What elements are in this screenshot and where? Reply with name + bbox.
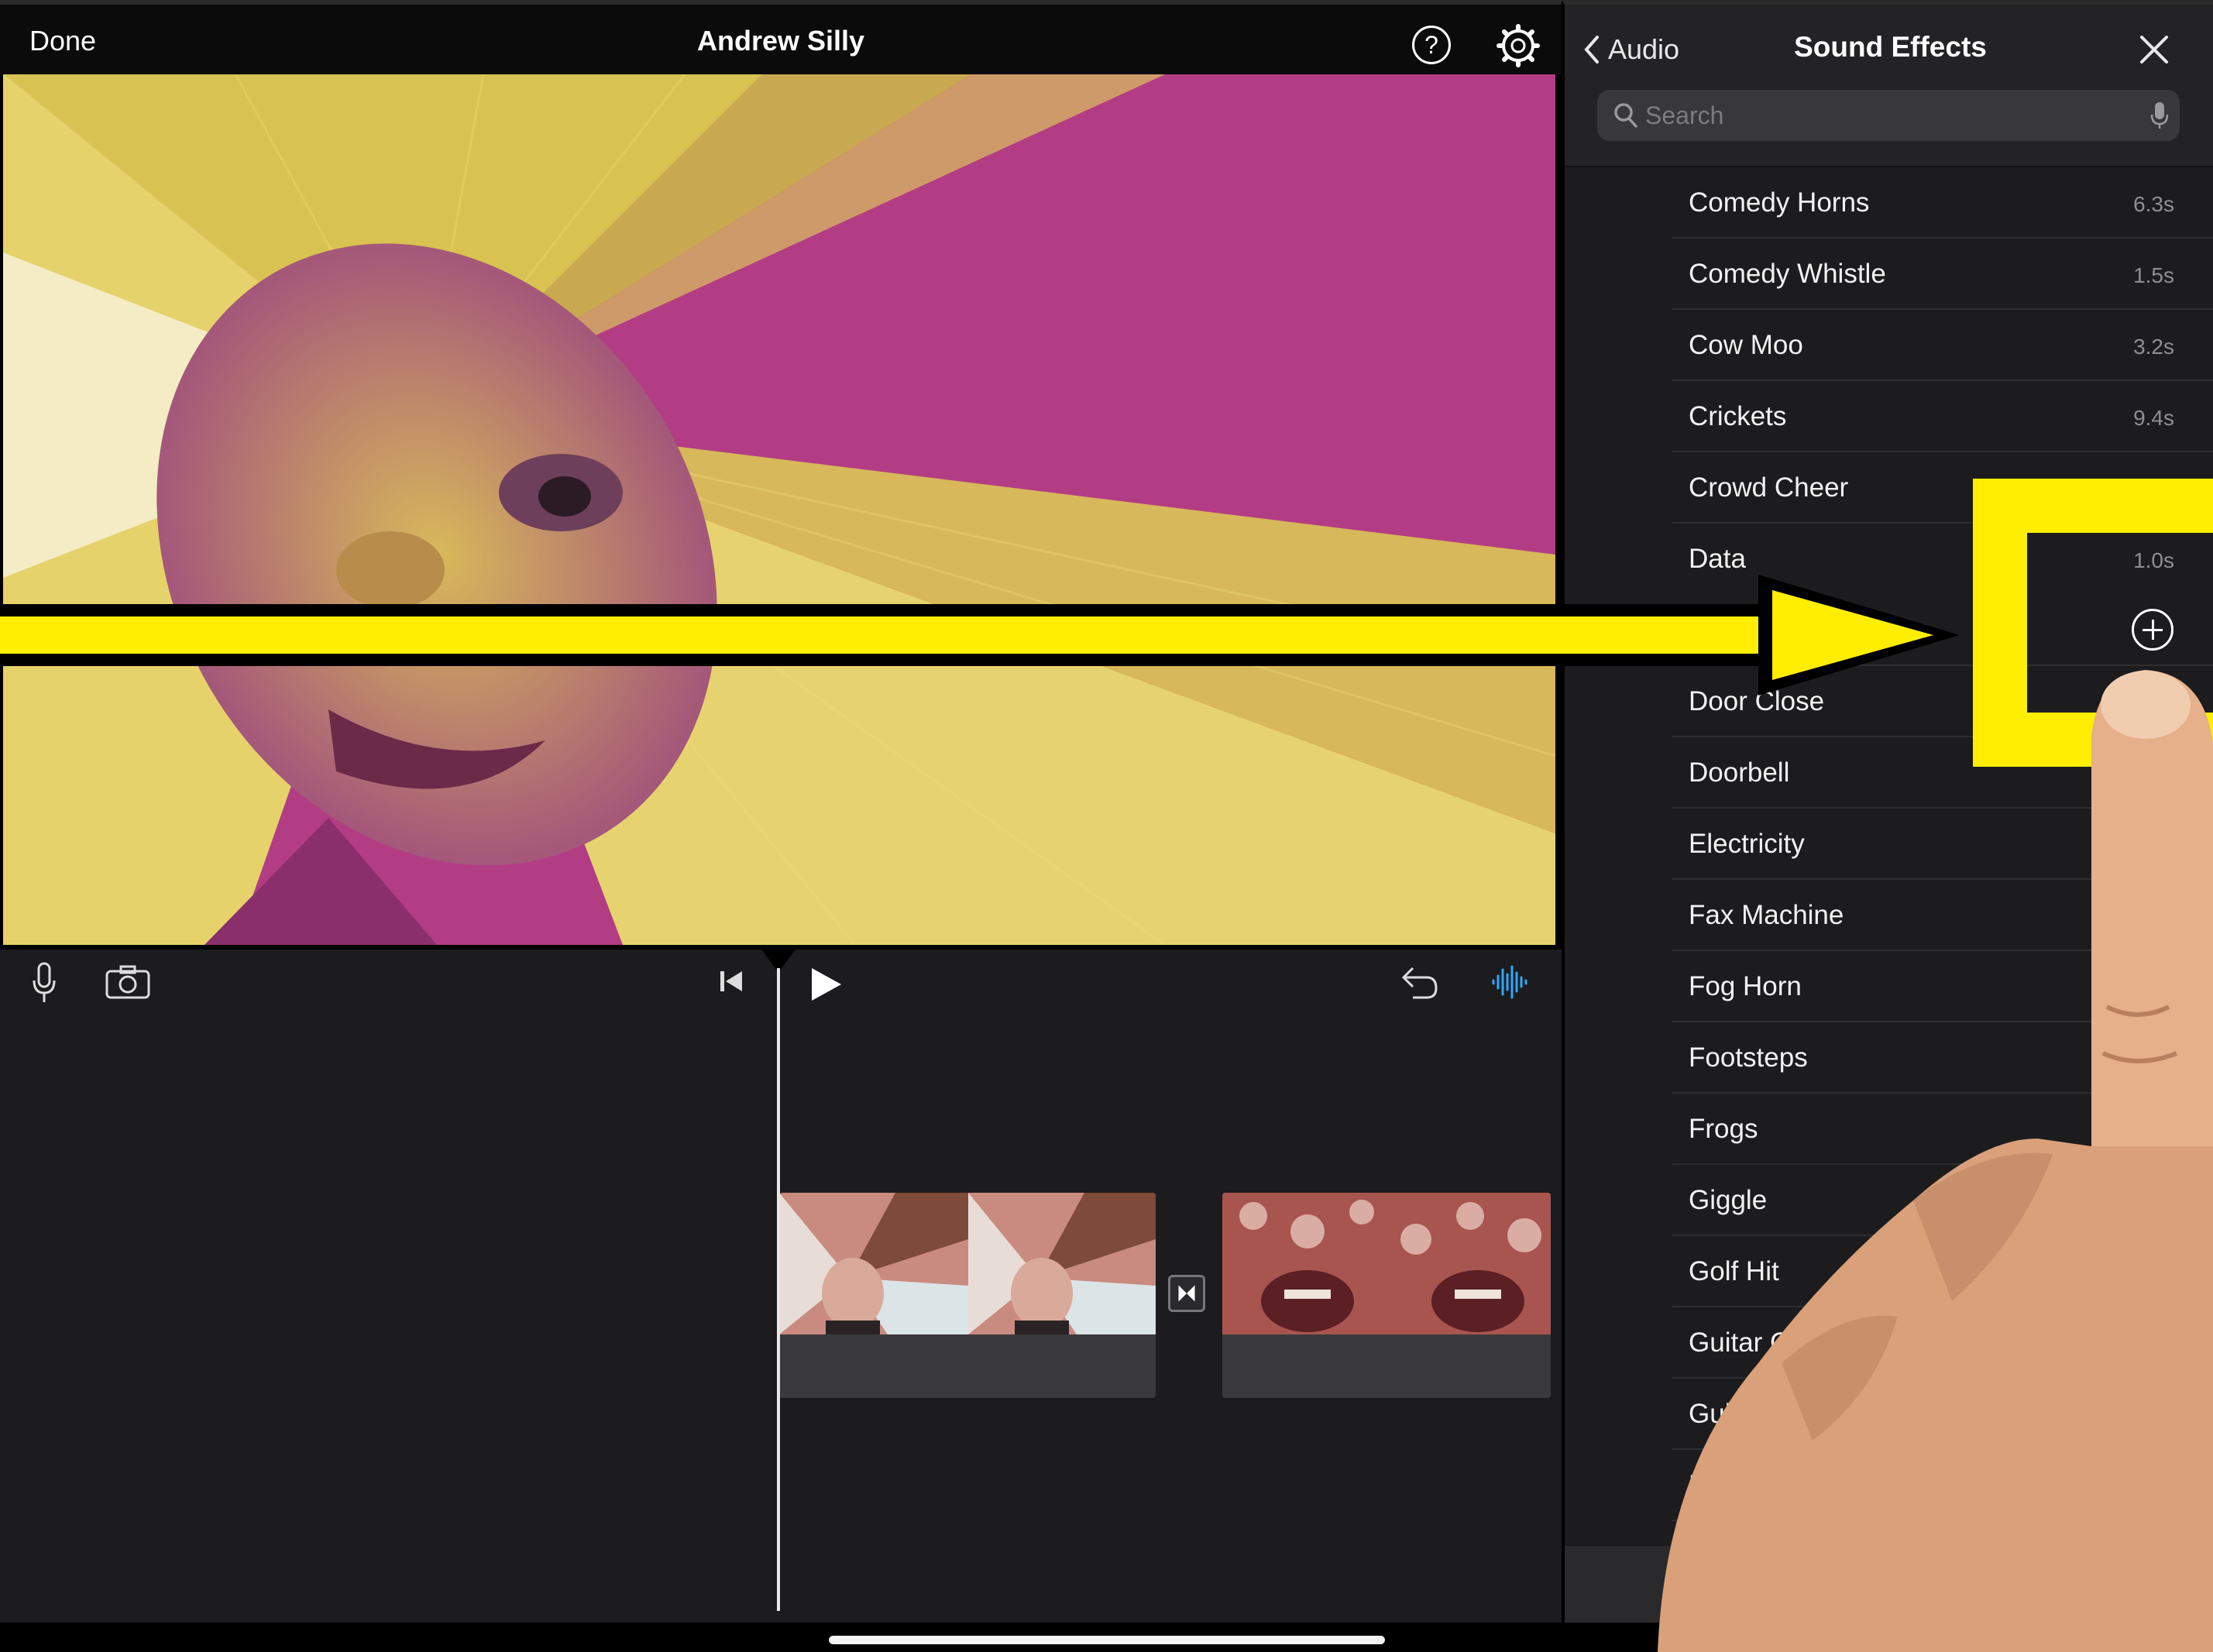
clip-thumbnail [968,1193,1156,1334]
sound-duration: 6.3s [2133,192,2174,216]
video-clip-1[interactable] [779,1193,1156,1398]
sound-name: Door Close [1689,686,1825,716]
sound-effects-list: Comedy Horns 6.3s Comedy Whistle 1.5s Cow … [1565,167,2213,1521]
gear-icon[interactable] [1496,23,1541,68]
sound-name: Data [1689,544,1746,574]
sound-name: Guitar Chor [1689,1327,1829,1358]
clip-thumbnail [1222,1193,1551,1334]
play-icon[interactable] [810,967,843,1002]
clip-thumbnail [779,1193,968,1334]
close-icon[interactable] [2132,28,2176,71]
list-item[interactable]: Door Close [1565,666,2213,737]
plus-circle-icon[interactable] [2132,609,2173,651]
sound-name: Golf Hit [1689,1256,1779,1286]
list-item[interactable]: Fax Machine [1565,880,2213,951]
list-item[interactable]: Cow Moo 3.2s [1565,310,2213,381]
list-item-expanded[interactable] [1565,595,2213,666]
sound-name: Cow Moo [1689,330,1803,360]
microphone-icon[interactable] [31,962,57,1004]
list-item[interactable]: Fog Horn [1565,951,2213,1022]
camera-icon[interactable] [105,965,150,999]
waveform-icon[interactable] [1490,965,1527,999]
transition-icon[interactable] [1168,1275,1205,1312]
home-indicator[interactable] [829,1636,1385,1644]
list-item[interactable]: Electricity [1565,809,2213,880]
editor-top-bar: Done Andrew Silly ? [0,0,1562,74]
list-item[interactable]: Hard [1565,1450,2213,1521]
list-item[interactable]: Guitar Ch [1565,1379,2213,1450]
sound-name: Fog Horn [1689,971,1802,1001]
sound-name: Comedy Whistle [1689,259,1886,289]
sound-duration: 3.2s [2133,335,2174,359]
list-item[interactable]: Comedy Horns 6.3s [1565,167,2213,239]
list-item[interactable]: Doorbell [1565,737,2213,809]
video-preview[interactable] [3,74,1555,945]
sound-name: Footsteps [1689,1042,1808,1073]
sound-name: Hard [1689,1470,1747,1500]
sound-duration: 1.5s [2133,263,2174,287]
sound-name: Fax Machine [1689,900,1844,930]
search-input[interactable] [1645,96,2110,135]
list-item[interactable]: Footsteps [1565,1022,2213,1094]
sound-duration: 1.0s [2133,548,2174,572]
list-item[interactable]: Giggle [1565,1165,2213,1236]
search-icon [1614,103,1637,128]
audio-browser-panel: Audio Sound Effects Comedy Horns 6.3s Com… [1562,0,2213,1627]
video-frame-image [3,74,1555,945]
list-item-selected[interactable]: Data 1.0s [1565,524,2213,595]
sound-name: Crowd Cheer [1689,472,1849,503]
list-item[interactable]: Crickets 9.4s [1565,381,2213,452]
list-item[interactable]: Frogs [1565,1094,2213,1165]
audio-browser-header: Audio Sound Effects [1565,5,2213,167]
question-circle-icon[interactable]: ? [1412,26,1451,64]
dictation-microphone-icon[interactable] [2150,101,2169,130]
list-item[interactable]: Golf Hit [1565,1236,2213,1307]
sound-duration: 9.4s [2133,406,2174,430]
sound-name: Guitar Ch [1689,1399,1805,1429]
list-item[interactable]: Comedy Whistle 1.5s [1565,239,2213,310]
undo-icon[interactable] [1399,965,1439,1001]
sound-name: Electricity [1689,829,1805,859]
panel-footer [1565,1546,2213,1627]
sound-name: Crickets [1689,401,1787,431]
search-field[interactable] [1597,90,2180,141]
list-item[interactable]: Guitar Chor [1565,1307,2213,1379]
divider [1672,1520,2213,1521]
skip-to-start-icon[interactable] [719,970,745,993]
list-item[interactable]: Crowd Cheer [1565,452,2213,524]
video-clip-2[interactable] [1222,1193,1551,1398]
sound-name: Doorbell [1689,757,1790,788]
sound-name: Comedy Horns [1689,187,1870,218]
playhead[interactable] [777,968,780,1611]
sound-name: Giggle [1689,1185,1768,1215]
project-title: Andrew Silly [696,25,865,57]
panel-title: Sound Effects [1794,31,1987,63]
sound-name: Frogs [1689,1114,1758,1144]
